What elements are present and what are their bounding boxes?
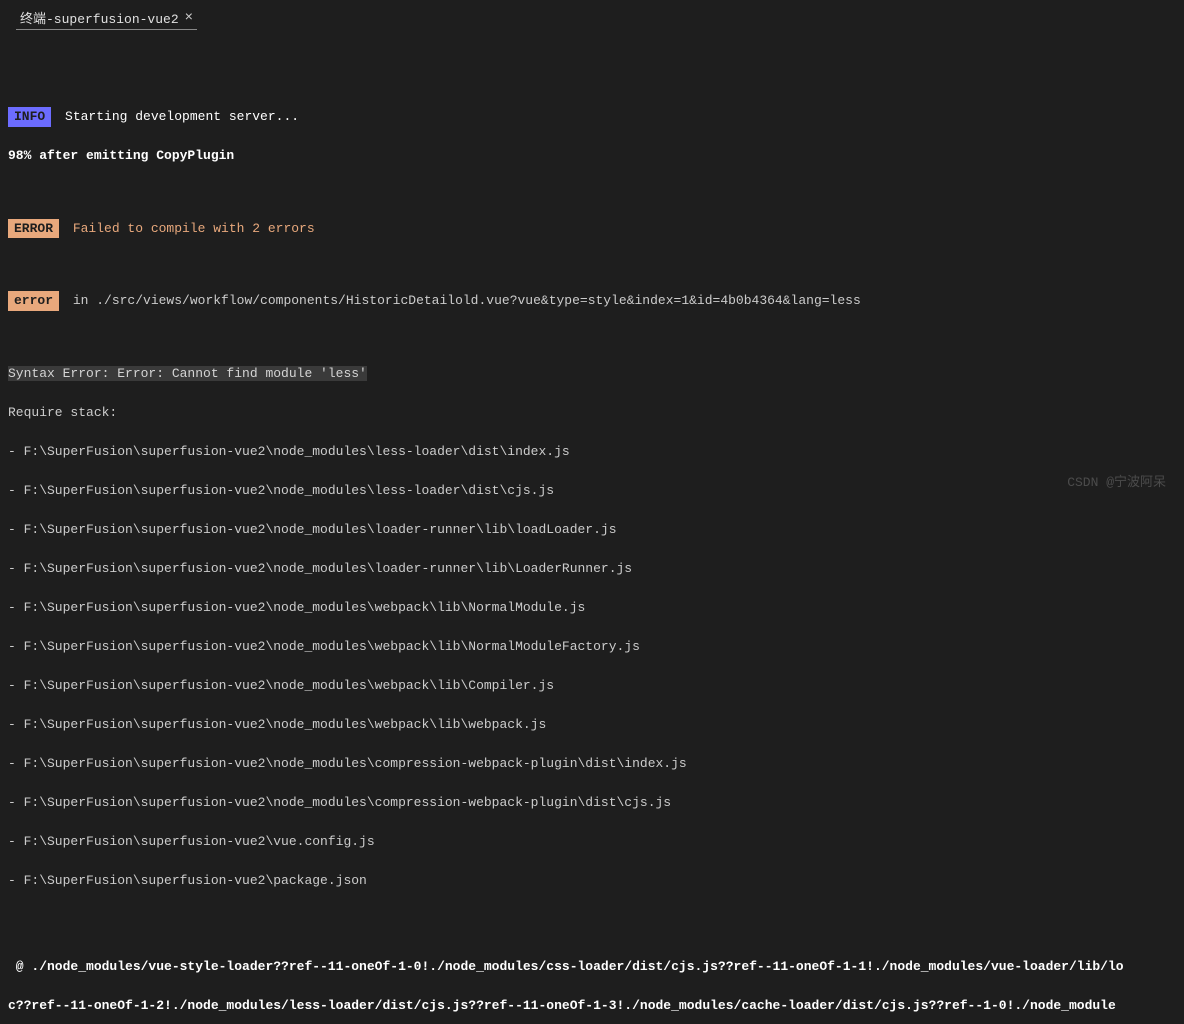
- error-location-line: error in ./src/views/workflow/components…: [8, 291, 1176, 311]
- progress-line: 98% after emitting CopyPlugin: [8, 146, 1176, 166]
- require-stack-header: Require stack:: [8, 403, 1176, 423]
- stack-line: - F:\SuperFusion\superfusion-vue2\node_m…: [8, 715, 1176, 735]
- error-badge: ERROR: [8, 219, 59, 239]
- stack-line: - F:\SuperFusion\superfusion-vue2\node_m…: [8, 520, 1176, 540]
- stack-line: - F:\SuperFusion\superfusion-vue2\node_m…: [8, 676, 1176, 696]
- info-text: Starting development server...: [57, 107, 299, 127]
- info-line: INFO Starting development server...: [8, 107, 1176, 127]
- terminal-tab[interactable]: 终端-superfusion-vue2 ×: [16, 6, 197, 30]
- terminal-output[interactable]: INFO Starting development server... 98% …: [0, 30, 1184, 1024]
- syntax-error-text: Syntax Error: Error: Cannot find module …: [8, 366, 367, 381]
- watermark: CSDN @宁波阿呆: [1067, 471, 1166, 490]
- spacer: [8, 60, 1176, 88]
- stack-line: - F:\SuperFusion\superfusion-vue2\node_m…: [8, 559, 1176, 579]
- spacer: [8, 185, 1176, 199]
- footer-line-2: c??ref--11-oneOf-1-2!./node_modules/less…: [8, 996, 1176, 1016]
- spacer: [8, 258, 1176, 272]
- error-summary-line: ERROR Failed to compile with 2 errors: [8, 219, 1176, 239]
- stack-line: - F:\SuperFusion\superfusion-vue2\packag…: [8, 871, 1176, 891]
- error-location-text: in ./src/views/workflow/components/Histo…: [65, 291, 861, 311]
- error-summary-text: Failed to compile with 2 errors: [65, 219, 315, 239]
- stack-line: - F:\SuperFusion\superfusion-vue2\node_m…: [8, 598, 1176, 618]
- stack-line: - F:\SuperFusion\superfusion-vue2\vue.co…: [8, 832, 1176, 852]
- spacer: [8, 330, 1176, 344]
- stack-line: - F:\SuperFusion\superfusion-vue2\node_m…: [8, 793, 1176, 813]
- stack-line: - F:\SuperFusion\superfusion-vue2\node_m…: [8, 637, 1176, 657]
- stack-line: - F:\SuperFusion\superfusion-vue2\node_m…: [8, 481, 1176, 501]
- stack-line: - F:\SuperFusion\superfusion-vue2\node_m…: [8, 442, 1176, 462]
- syntax-error-line: Syntax Error: Error: Cannot find module …: [8, 364, 1176, 384]
- close-icon[interactable]: ×: [185, 11, 193, 25]
- tab-label: 终端-superfusion-vue2: [20, 8, 179, 27]
- info-badge: INFO: [8, 107, 51, 127]
- tab-bar: 终端-superfusion-vue2 ×: [0, 0, 1184, 30]
- spacer: [8, 910, 1176, 938]
- stack-line: - F:\SuperFusion\superfusion-vue2\node_m…: [8, 754, 1176, 774]
- footer-line-1: @ ./node_modules/vue-style-loader??ref--…: [8, 957, 1176, 977]
- error-small-badge: error: [8, 291, 59, 311]
